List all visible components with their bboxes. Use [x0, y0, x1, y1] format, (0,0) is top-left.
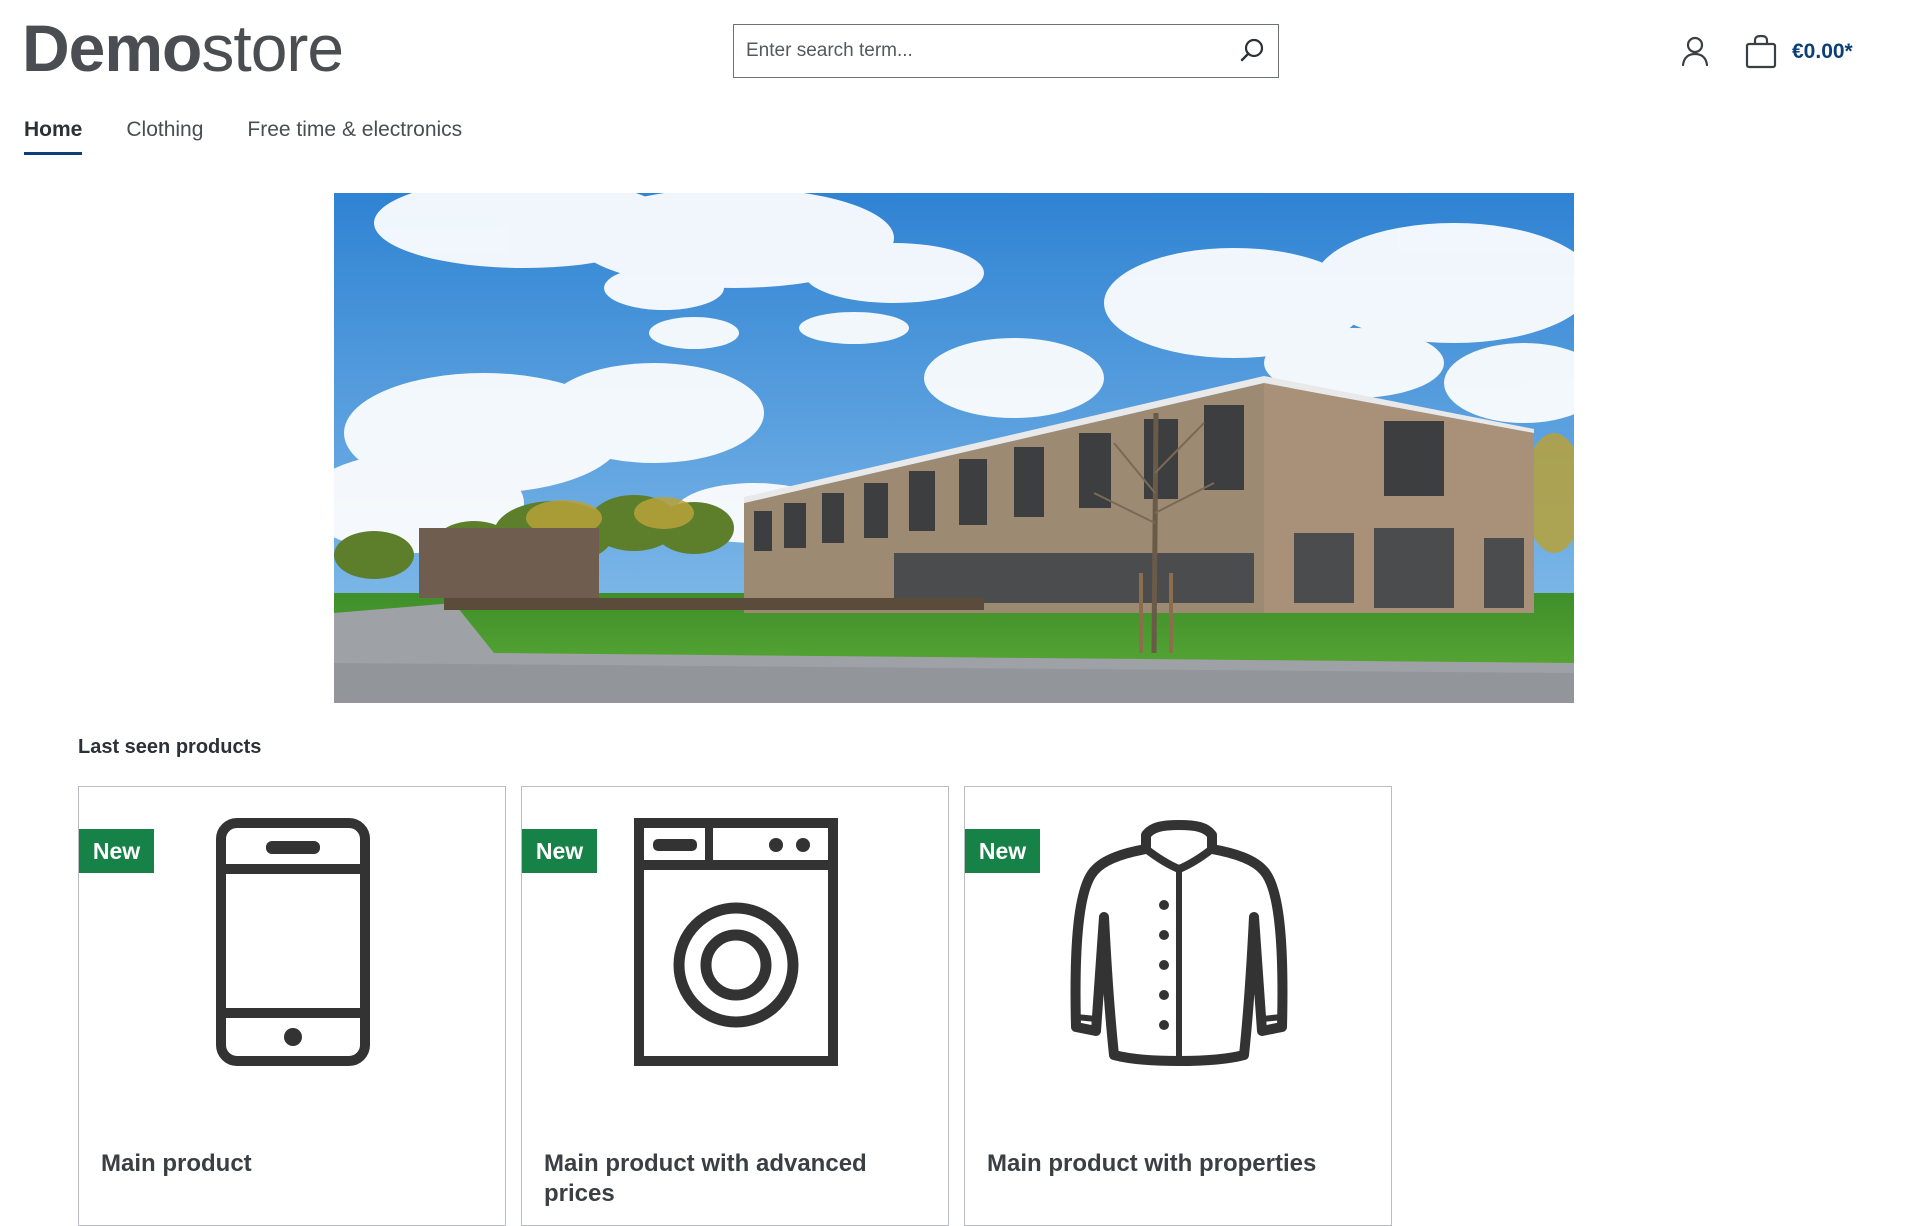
- nav-item-home[interactable]: Home: [24, 118, 83, 155]
- shopping-bag-icon: [1745, 34, 1777, 69]
- new-badge: New: [522, 829, 597, 873]
- search-box: [733, 24, 1279, 78]
- product-card-advanced-prices[interactable]: New Main product with advanced prices: [521, 786, 949, 1226]
- search-icon: [1240, 38, 1264, 62]
- hero-banner-image: [334, 193, 1574, 703]
- nav-item-free-time-electronics[interactable]: Free time & electronics: [247, 118, 462, 155]
- search-input[interactable]: [746, 25, 1206, 77]
- section-title-last-seen: Last seen products: [78, 736, 262, 758]
- nav-item-clothing[interactable]: Clothing: [126, 118, 203, 155]
- logo-strong: Demo: [22, 11, 202, 85]
- smartphone-icon: [216, 818, 370, 1066]
- store-logo[interactable]: Demostore: [22, 10, 344, 86]
- washing-machine-icon: [634, 818, 838, 1066]
- product-name[interactable]: Main product with advanced prices: [544, 1149, 924, 1209]
- cart-total: €0.00*: [1792, 40, 1853, 63]
- jacket-icon: [1070, 820, 1288, 1066]
- product-name[interactable]: Main product with properties: [987, 1149, 1367, 1179]
- product-image[interactable]: [616, 817, 856, 1067]
- product-card-properties[interactable]: New Main product with properties: [964, 786, 1392, 1226]
- product-card-main-product[interactable]: New Main product: [78, 786, 506, 1226]
- new-badge: New: [79, 829, 154, 873]
- logo-light: store: [201, 11, 344, 85]
- main-navigation: Home Clothing Free time & electronics: [24, 118, 506, 155]
- product-image[interactable]: [173, 817, 413, 1067]
- new-badge: New: [965, 829, 1040, 873]
- account-button[interactable]: [1678, 34, 1712, 68]
- product-image[interactable]: [1059, 817, 1299, 1067]
- cart-button[interactable]: €0.00*: [1744, 32, 1853, 72]
- product-name[interactable]: Main product: [101, 1149, 481, 1179]
- user-icon: [1681, 36, 1709, 67]
- search-button[interactable]: [1232, 31, 1272, 71]
